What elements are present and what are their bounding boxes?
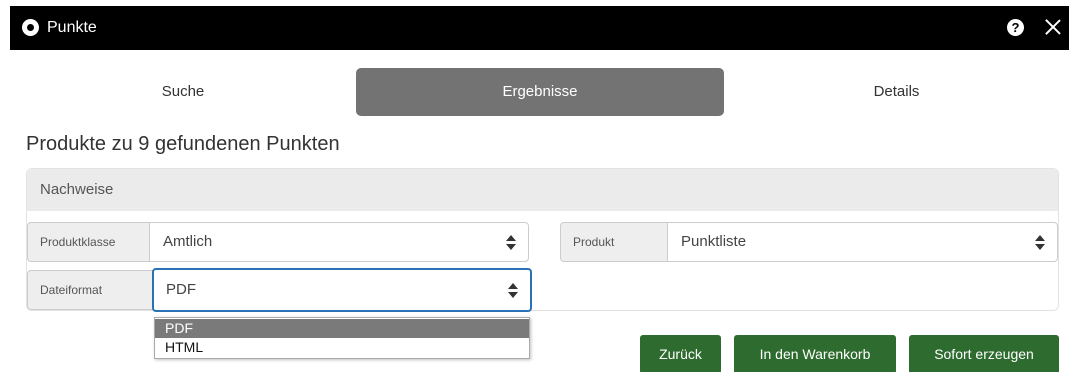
add-to-cart-button[interactable]: In den Warenkorb [734, 335, 896, 372]
option-pdf[interactable]: PDF [155, 319, 529, 338]
tab-details[interactable]: Details [724, 68, 1069, 116]
select-arrows-icon [1035, 234, 1045, 251]
page-title: Produkte zu 9 gefundenen Punkten [26, 133, 340, 155]
produktklasse-select[interactable]: Amtlich [149, 222, 529, 262]
produkt-label: Produkt [560, 222, 668, 262]
produktklasse-value: Amtlich [163, 233, 213, 250]
select-arrows-icon [506, 234, 516, 251]
select-arrows-icon [508, 282, 518, 299]
tab-ergebnisse[interactable]: Ergebnisse [356, 68, 724, 116]
dateiformat-dropdown: PDF HTML [154, 317, 530, 359]
dateiformat-select[interactable]: PDF [152, 268, 532, 312]
help-icon[interactable]: ? [1007, 19, 1024, 36]
option-html[interactable]: HTML [155, 338, 529, 357]
window-titlebar: Punkte ? [10, 6, 1069, 50]
generate-now-button[interactable]: Sofort erzeugen [909, 335, 1059, 372]
dateiformat-value: PDF [166, 281, 196, 298]
panel-title: Nachweise [40, 181, 114, 198]
window-title: Punkte [47, 19, 97, 36]
back-button[interactable]: Zurück [640, 335, 721, 372]
close-icon[interactable] [1041, 15, 1065, 39]
produkt-select[interactable]: Punktliste [667, 222, 1058, 262]
record-icon [22, 19, 39, 36]
tab-suche[interactable]: Suche [10, 68, 356, 116]
dateiformat-label: Dateiformat [27, 270, 154, 310]
panel-header: Nachweise [27, 169, 1058, 211]
produkt-value: Punktliste [681, 233, 747, 250]
produktklasse-label: Produktklasse [27, 222, 150, 262]
step-tabs: Suche Ergebnisse Details [10, 68, 1069, 116]
